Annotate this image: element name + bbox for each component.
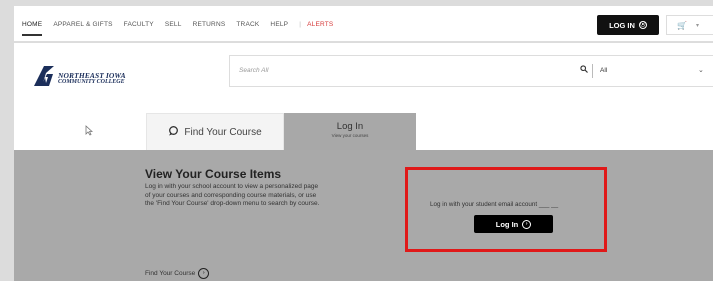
search-input[interactable]: Search All bbox=[239, 67, 268, 74]
header-login-button[interactable]: LOG IN ⦿ bbox=[597, 15, 659, 35]
search-bar[interactable]: Search All All ⌄ bbox=[229, 55, 713, 87]
nav-returns[interactable]: RETURNS bbox=[193, 21, 226, 36]
arrow-circle-icon: › bbox=[522, 219, 532, 229]
logo-line1: NORTHEAST IOWA bbox=[58, 71, 126, 80]
tab-find-your-course[interactable]: Find Your Course bbox=[146, 113, 284, 150]
logo-mark-icon bbox=[34, 66, 54, 86]
course-items-info: View Your Course Items Log in with your … bbox=[145, 167, 320, 279]
cart-icon: 🛒 bbox=[677, 20, 687, 30]
college-logo[interactable]: NORTHEAST IOWA COMMUNITY COLLEGE bbox=[32, 65, 126, 87]
chevron-right-circle-icon: › bbox=[198, 268, 210, 279]
mouse-cursor-icon bbox=[85, 125, 94, 138]
nav-alerts[interactable]: ALERTS bbox=[307, 21, 333, 36]
login-instruction: Log in with your student email account _… bbox=[430, 201, 559, 208]
tab-login-label: Log In bbox=[336, 121, 364, 132]
tab-log-in[interactable]: Log In View your courses bbox=[284, 113, 416, 150]
nav-home[interactable]: HOME bbox=[22, 21, 43, 36]
highlighted-login-box: Log in with your student email account _… bbox=[405, 167, 607, 252]
logo-line2: COMMUNITY COLLEGE bbox=[58, 79, 125, 85]
arrow-circle-icon: ⦿ bbox=[638, 21, 647, 29]
header-login-label: LOG IN bbox=[609, 20, 635, 30]
find-your-course-link[interactable]: Find Your Course › bbox=[145, 268, 210, 279]
course-items-title: View Your Course Items bbox=[145, 167, 282, 181]
main-nav: HOME APPAREL & GIFTS FACULTY SELL RETURN… bbox=[22, 21, 344, 36]
search-icon[interactable] bbox=[580, 65, 588, 75]
login-panel: View Your Course Items Log in with your … bbox=[14, 150, 713, 281]
site-header: NORTHEAST IOWA COMMUNITY COLLEGE Search … bbox=[14, 43, 713, 107]
chevron-down-icon: ▾ bbox=[695, 22, 699, 29]
search-divider bbox=[592, 64, 593, 78]
nav-apparel-gifts[interactable]: APPAREL & GIFTS bbox=[53, 21, 112, 36]
find-your-course-link-label: Find Your Course bbox=[145, 270, 196, 277]
nav-faculty[interactable]: FACULTY bbox=[124, 21, 154, 36]
chat-bubble-icon bbox=[168, 125, 179, 139]
nav-track[interactable]: TRACK bbox=[236, 21, 259, 36]
nav-separator: | bbox=[299, 21, 302, 28]
tab-login-sublabel: View your courses bbox=[331, 133, 369, 138]
log-in-button-label: Log In bbox=[495, 219, 519, 229]
log-in-button[interactable]: Log In › bbox=[474, 215, 553, 233]
logo-wordmark: NORTHEAST IOWA COMMUNITY COLLEGE bbox=[58, 72, 126, 86]
tab-bar: Find Your Course Log In View your course… bbox=[14, 107, 713, 150]
page: HOME APPAREL & GIFTS FACULTY SELL RETURN… bbox=[0, 0, 713, 281]
tab-find-label: Find Your Course bbox=[184, 126, 262, 138]
nav-help[interactable]: HELP bbox=[270, 21, 288, 36]
cart-button[interactable]: 🛒 ▾ bbox=[666, 15, 713, 35]
nav-sell[interactable]: SELL bbox=[165, 21, 182, 36]
top-nav-bar: HOME APPAREL & GIFTS FACULTY SELL RETURN… bbox=[14, 6, 713, 42]
search-scope-select[interactable]: All bbox=[600, 67, 607, 74]
chevron-down-icon[interactable]: ⌄ bbox=[698, 66, 704, 74]
course-items-description: Log in with your school account to view … bbox=[145, 183, 320, 208]
